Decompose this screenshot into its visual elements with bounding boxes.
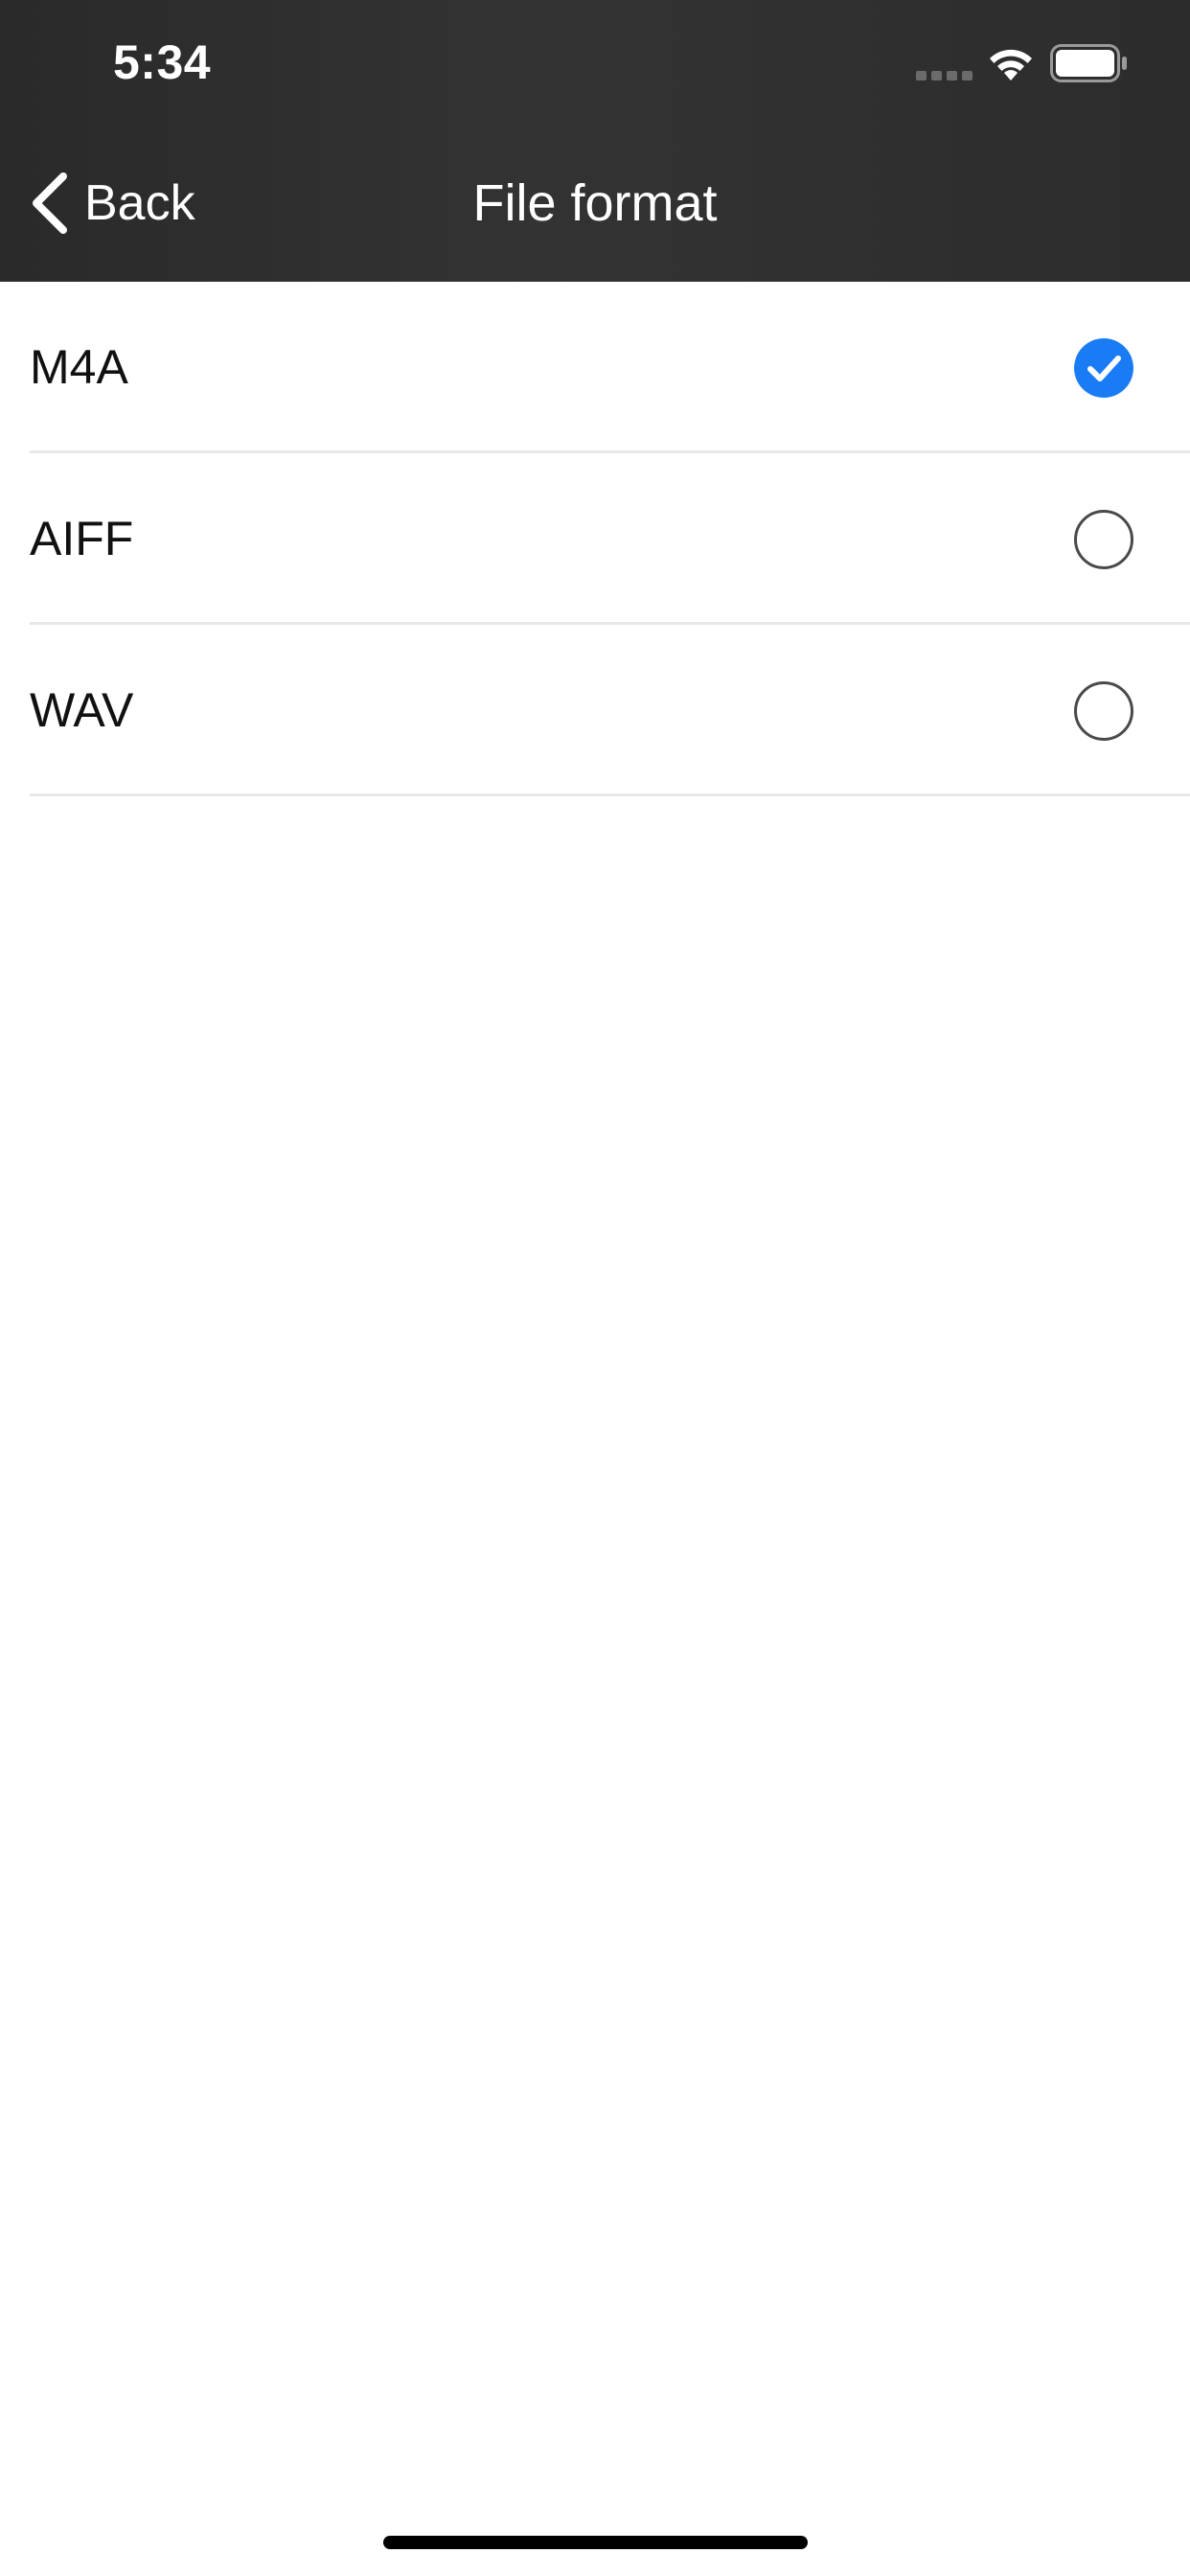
format-label: AIFF — [30, 512, 134, 565]
format-option-m4a[interactable]: M4A — [0, 282, 1190, 453]
status-bar: 5:34 — [0, 0, 1190, 126]
format-label: M4A — [30, 340, 128, 394]
empty-circle-icon[interactable] — [1073, 509, 1134, 570]
checkmark-circle-icon[interactable] — [1073, 337, 1134, 399]
navigation-bar: Back File format — [0, 126, 1190, 282]
battery-icon — [1050, 44, 1127, 82]
page-title: File format — [472, 174, 718, 232]
home-indicator — [383, 2536, 808, 2549]
file-format-screen: 5:34 Back File format M4A AIFF WAV — [0, 0, 1190, 2576]
header: 5:34 Back File format — [0, 0, 1190, 282]
format-option-wav[interactable]: WAV — [0, 625, 1190, 796]
wifi-icon — [990, 49, 1032, 80]
row-divider — [30, 794, 1190, 796]
cellular-signal-icon — [916, 71, 973, 80]
empty-circle-icon[interactable] — [1073, 680, 1134, 742]
format-option-aiff[interactable]: AIFF — [0, 453, 1190, 625]
format-list: M4A AIFF WAV — [0, 282, 1190, 796]
status-time: 5:34 — [113, 35, 212, 89]
format-label: WAV — [30, 683, 134, 737]
